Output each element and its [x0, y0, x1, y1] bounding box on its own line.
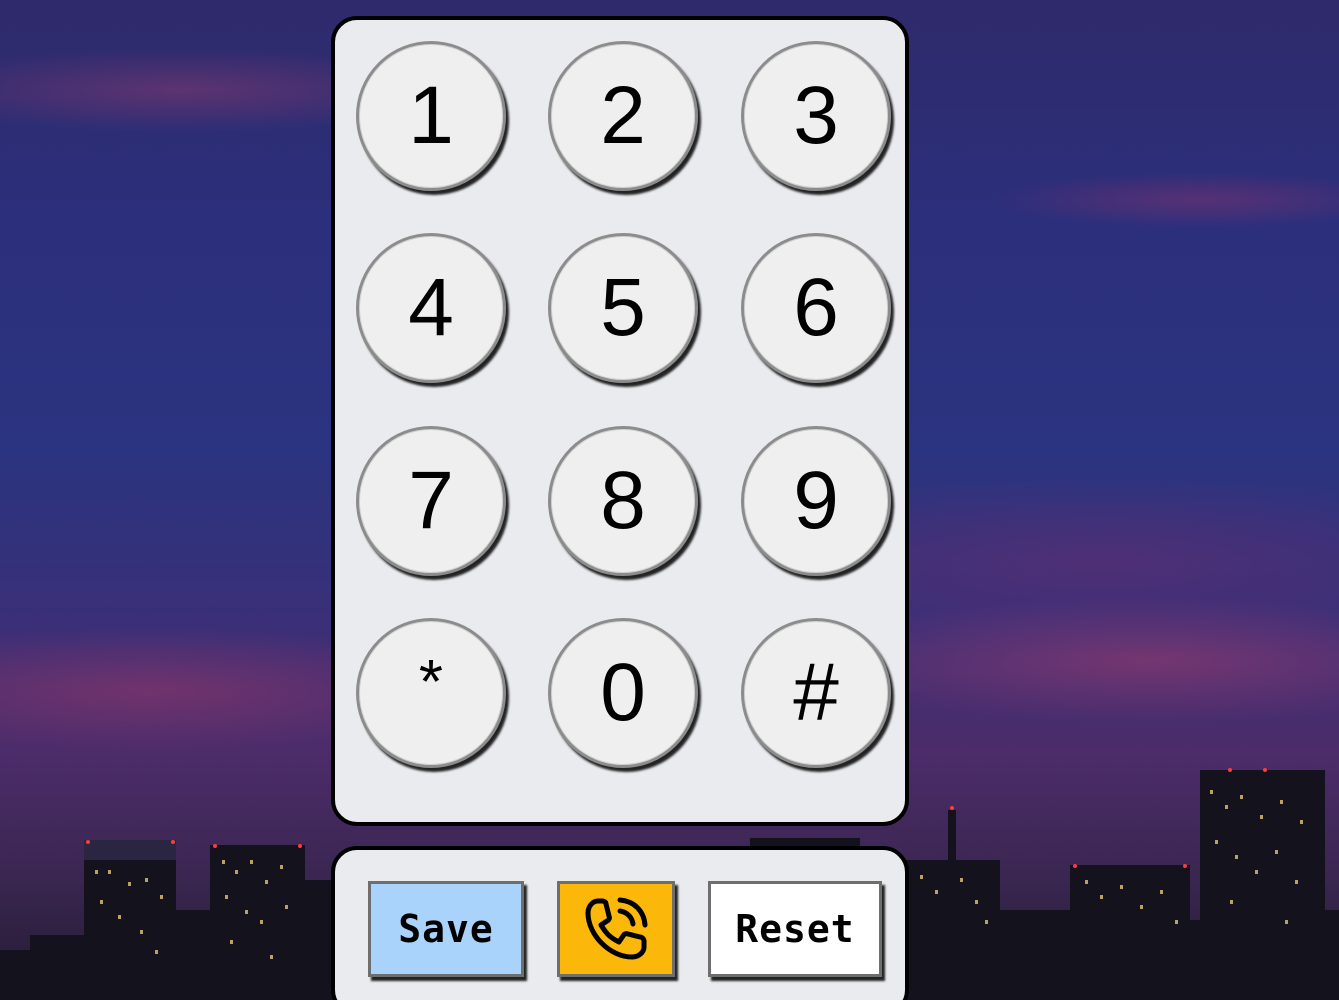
phone-call-icon — [585, 897, 648, 960]
key-8[interactable]: 8 — [548, 426, 698, 576]
key-9-label: 9 — [793, 455, 839, 546]
key-1-label: 1 — [408, 70, 454, 161]
key-hash[interactable]: # — [741, 618, 891, 768]
key-2-label: 2 — [600, 70, 646, 161]
key-0[interactable]: 0 — [548, 618, 698, 768]
key-7-label: 7 — [408, 455, 454, 546]
key-0-label: 0 — [600, 647, 646, 738]
keypad-panel: 1 2 3 4 5 6 7 8 9 * 0 # — [331, 16, 909, 826]
key-3[interactable]: 3 — [741, 41, 891, 191]
key-9[interactable]: 9 — [741, 426, 891, 576]
key-7[interactable]: 7 — [356, 426, 506, 576]
reset-button[interactable]: Reset — [708, 881, 882, 977]
key-8-label: 8 — [600, 455, 646, 546]
key-5[interactable]: 5 — [548, 233, 698, 383]
save-button-label: Save — [398, 907, 494, 951]
save-button[interactable]: Save — [368, 881, 524, 977]
key-4[interactable]: 4 — [356, 233, 506, 383]
key-6[interactable]: 6 — [741, 233, 891, 383]
key-1[interactable]: 1 — [356, 41, 506, 191]
key-3-label: 3 — [793, 70, 839, 161]
key-6-label: 6 — [793, 262, 839, 353]
key-2[interactable]: 2 — [548, 41, 698, 191]
key-4-label: 4 — [408, 262, 454, 353]
key-star[interactable]: * — [356, 618, 506, 768]
key-5-label: 5 — [600, 262, 646, 353]
call-button[interactable] — [557, 881, 675, 977]
action-bar: Save Reset — [331, 846, 909, 1000]
key-star-label: * — [418, 648, 444, 717]
reset-button-label: Reset — [735, 907, 855, 951]
key-hash-label: # — [793, 647, 839, 738]
